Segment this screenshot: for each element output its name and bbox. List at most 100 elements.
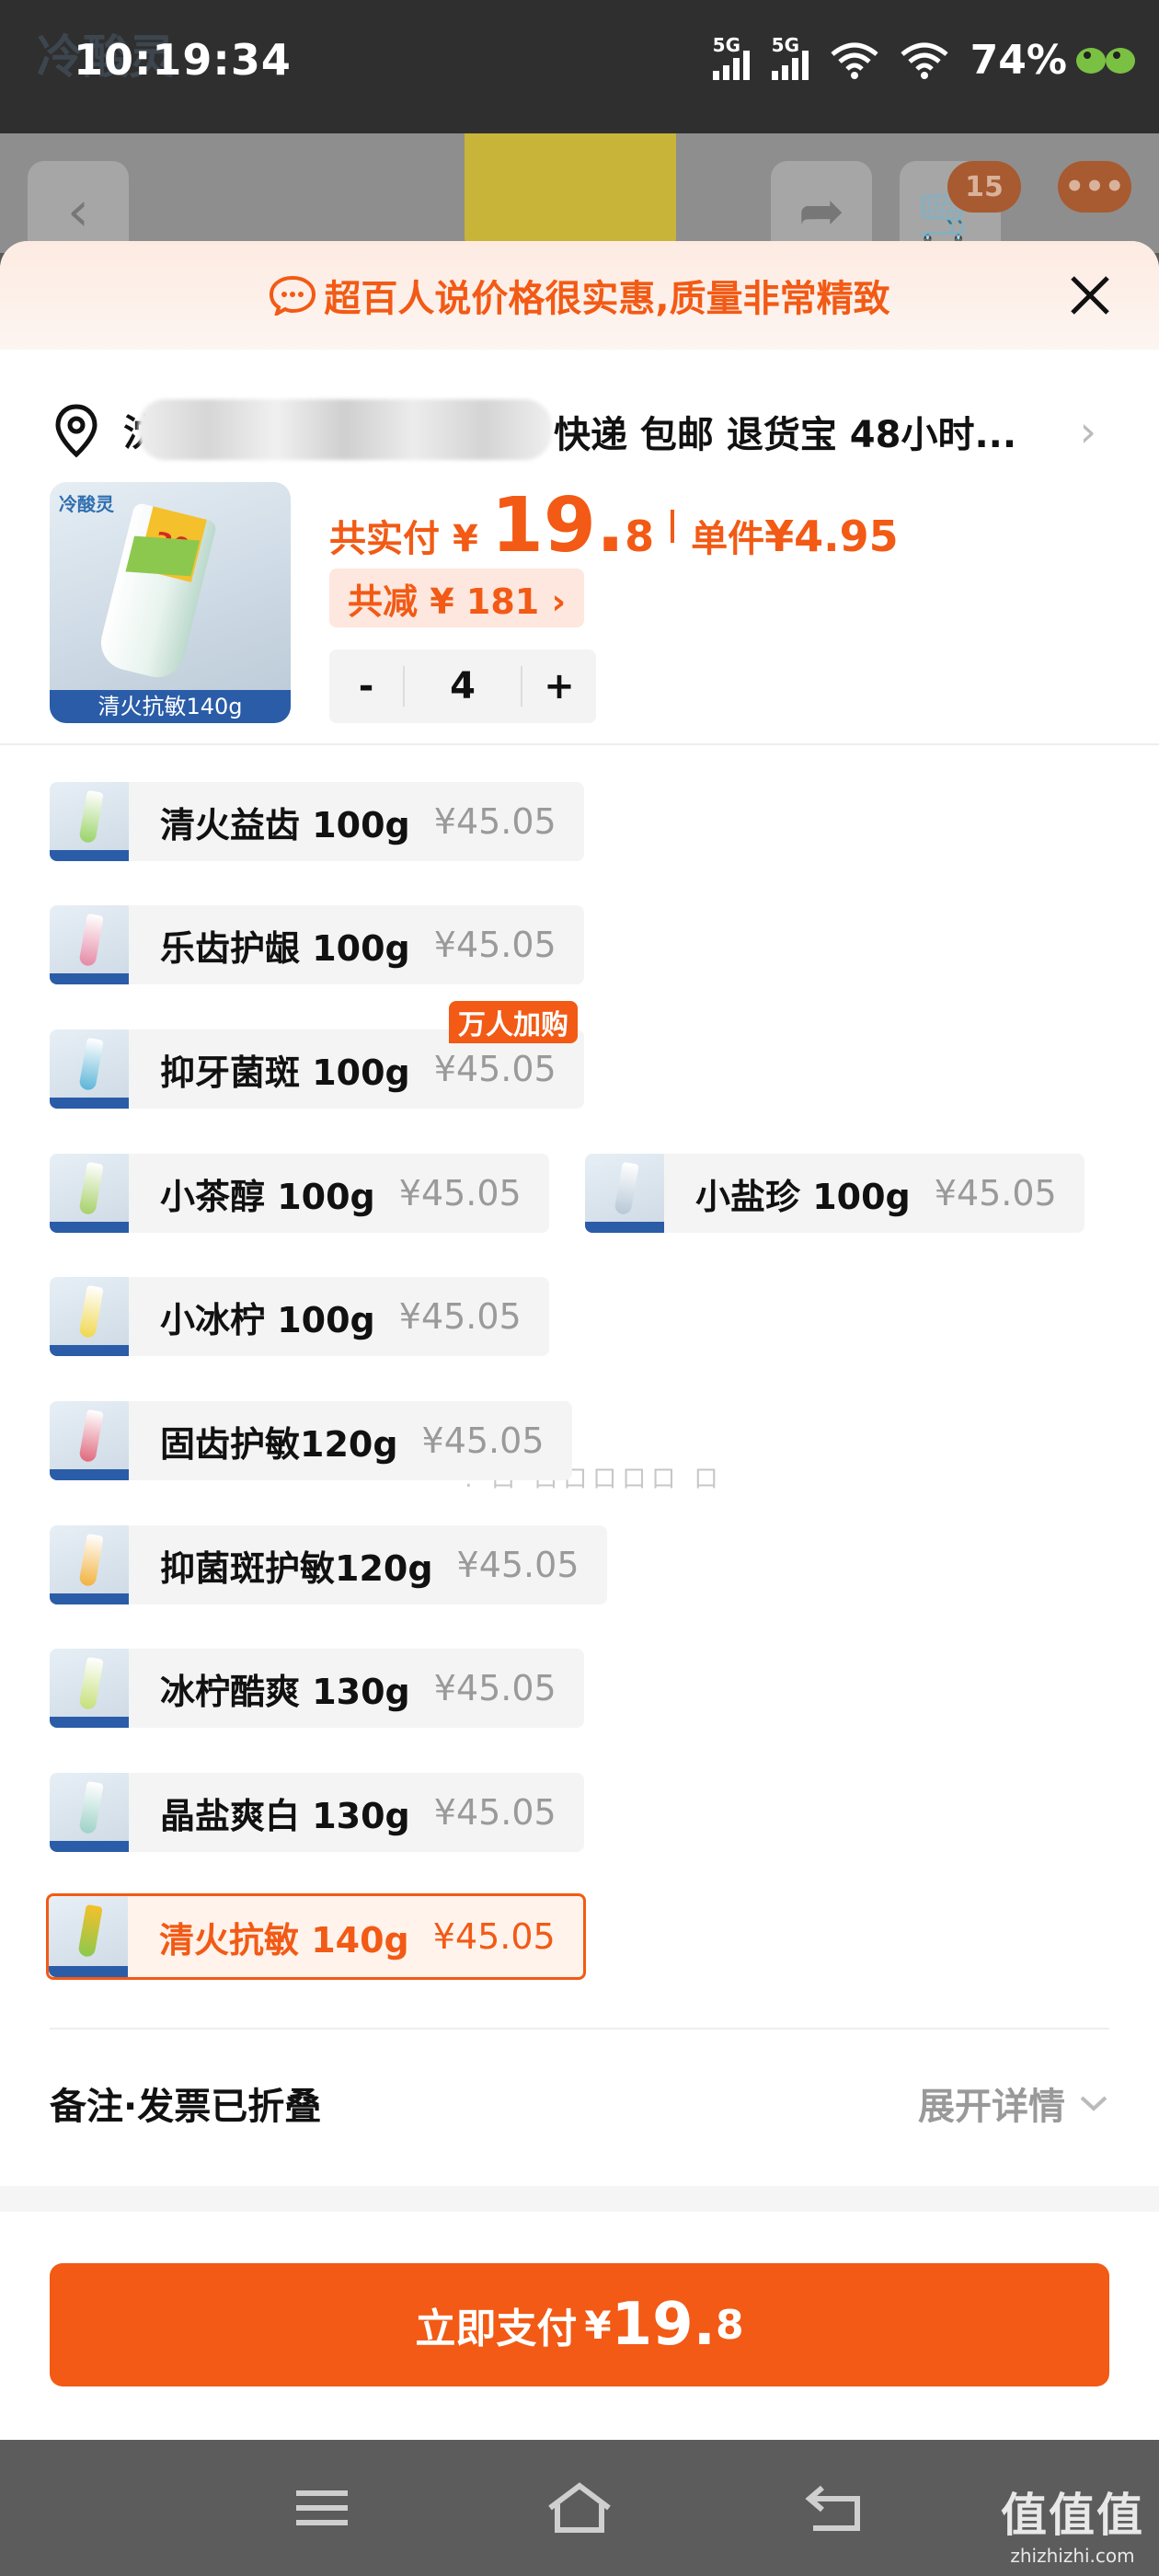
- sku-option-1[interactable]: 清火益齿 100g ¥45.05: [50, 782, 584, 861]
- pay-amount-int: 19.: [611, 2291, 716, 2359]
- pay-amount-dec: 8: [715, 2301, 744, 2349]
- background-page: ‹ ➦ 🛒 15 •••: [0, 133, 1159, 262]
- option-thumbnail: [50, 1154, 129, 1233]
- watermark: 值值值 zhizhizhi.com: [1001, 2478, 1144, 2567]
- watermark-url: zhizhizhi.com: [1010, 2545, 1135, 2567]
- sku-option-6[interactable]: 小冰柠 100g ¥45.05: [50, 1277, 549, 1356]
- expand-label: 展开详情: [918, 2086, 1065, 2128]
- wifi-icon-2: [901, 42, 948, 79]
- notes-label: 备注·发票已折叠: [50, 2086, 322, 2128]
- divider: [50, 2028, 1109, 2030]
- pay-label: 立即支付: [415, 2306, 578, 2352]
- sku-option-10[interactable]: 晶盐爽白 130g ¥45.05: [50, 1773, 584, 1852]
- chevron-right-icon: ›: [1079, 407, 1096, 456]
- option-price: ¥45.05: [433, 801, 557, 842]
- option-thumbnail: [50, 1649, 129, 1728]
- sku-option-8[interactable]: 抑菌斑护敏120g ¥45.05: [50, 1525, 607, 1604]
- hot-badge: 万人加购: [449, 1001, 578, 1043]
- sku-option-2[interactable]: 乐齿护龈 100g ¥45.05: [50, 905, 584, 984]
- sku-option-9[interactable]: 冰柠酷爽 130g ¥45.05: [50, 1649, 584, 1728]
- blurred-address: [138, 399, 552, 460]
- product-thumbnail: 冷酸灵 30 清火抗敏140g: [50, 482, 291, 723]
- purchase-sheet: 超百人说价格很实惠,质量非常精致 沈 快递 包邮 退货宝 48小时... › 冷…: [0, 241, 1159, 2440]
- background-product-image: [465, 133, 676, 248]
- total-label: 共实付: [329, 518, 440, 560]
- option-name: 固齿护敏120g: [160, 1423, 398, 1465]
- close-icon[interactable]: [1067, 272, 1113, 318]
- option-price: ¥45.05: [934, 1173, 1057, 1213]
- address-row[interactable]: 沈 快递 包邮 退货宝 48小时... ›: [0, 381, 1159, 478]
- banner-message: 超百人说价格很实惠,质量非常精致: [324, 278, 890, 320]
- location-pin-icon: [55, 404, 98, 458]
- more-icon: •••: [1058, 161, 1131, 213]
- sku-option-7[interactable]: 固齿护敏120g ¥45.05: [50, 1401, 572, 1480]
- quantity-value[interactable]: 4: [403, 666, 522, 707]
- option-thumbnail: [50, 1029, 129, 1109]
- option-name: 清火益齿 100g: [160, 804, 410, 845]
- chat-bubble-icon: [270, 275, 316, 316]
- option-thumbnail: [585, 1154, 664, 1233]
- total-price-dec: 8: [625, 512, 655, 561]
- section-gap: [0, 2186, 1159, 2212]
- option-thumbnail: [50, 1401, 129, 1480]
- pay-now-button[interactable]: 立即支付 ¥ 19. 8: [50, 2263, 1109, 2386]
- option-name: 小冰柠 100g: [160, 1299, 375, 1340]
- option-price: ¥45.05: [433, 1792, 557, 1833]
- home-icon[interactable]: [543, 2480, 616, 2536]
- option-name: 小茶醇 100g: [160, 1176, 375, 1217]
- sku-option-11-selected[interactable]: 清火抗敏 140g ¥45.05: [46, 1893, 586, 1980]
- option-name: 冰柠酷爽 130g: [160, 1671, 410, 1712]
- option-thumbnail: [50, 782, 129, 861]
- option-price: ¥45.05: [398, 1173, 522, 1213]
- unit-label: 单件: [691, 518, 765, 560]
- cell-signal-icon: 5G: [712, 34, 750, 80]
- increase-button[interactable]: +: [522, 665, 596, 707]
- shipping-info: 快递 包邮 退货宝 48小时...: [554, 414, 1017, 456]
- option-thumbnail: [50, 1277, 129, 1356]
- option-price: ¥45.05: [432, 1916, 556, 1957]
- option-thumbnail: [50, 1773, 129, 1852]
- pay-currency: ¥: [584, 2302, 612, 2348]
- cart-count-badge: 15: [947, 161, 1021, 213]
- price-line: 共实付 ¥ 19. 8 单件 ¥4.95: [329, 482, 899, 569]
- option-name: 抑牙菌斑 100g: [160, 1052, 410, 1093]
- discount-badge[interactable]: 共减 ¥ 181 ›: [329, 569, 585, 627]
- option-price: ¥45.05: [398, 1296, 522, 1337]
- status-icons: 5G 5G 74%: [712, 34, 1067, 84]
- total-price-int: 19.: [490, 482, 625, 569]
- decrease-button[interactable]: -: [329, 665, 403, 707]
- clock: 10:19:34: [74, 35, 292, 85]
- expand-details[interactable]: 展开详情: [918, 2076, 1109, 2130]
- option-price: ¥45.05: [456, 1545, 580, 1585]
- frog-icon: [1076, 48, 1135, 74]
- option-price: ¥45.05: [433, 1668, 557, 1708]
- option-name: 乐齿护龈 100g: [160, 927, 410, 969]
- system-nav-bar: 值值值 zhizhizhi.com: [0, 2440, 1159, 2576]
- watermark-logo: 值值值: [1001, 2489, 1144, 2542]
- menu-icon[interactable]: [285, 2480, 359, 2536]
- divider: [0, 743, 1159, 745]
- back-nav-icon[interactable]: [800, 2480, 874, 2536]
- option-name: 晶盐爽白 130g: [160, 1795, 410, 1836]
- thumb-label: 清火抗敏140g: [50, 690, 291, 723]
- option-name: 清火抗敏 140g: [159, 1919, 409, 1961]
- battery-level: 74%: [970, 37, 1067, 84]
- status-bar: 冷酸灵 10:19:34 5G 5G 74%: [0, 0, 1159, 133]
- option-name: 小盐珍 100g: [695, 1176, 911, 1217]
- toothpaste-image: 30: [95, 501, 218, 684]
- cell-signal-icon-2: 5G: [771, 34, 809, 80]
- option-name: 抑菌斑护敏120g: [160, 1547, 433, 1589]
- chevron-down-icon: [1080, 2096, 1107, 2111]
- notes-row[interactable]: 备注·发票已折叠 展开详情: [50, 2066, 1109, 2140]
- total-currency: ¥: [453, 518, 478, 560]
- sku-option-4[interactable]: 小茶醇 100g ¥45.05: [50, 1154, 549, 1233]
- option-thumbnail: [49, 1896, 128, 1977]
- option-thumbnail: [50, 905, 129, 984]
- option-price: ¥45.05: [433, 1049, 557, 1089]
- option-price: ¥45.05: [433, 925, 557, 965]
- sku-option-5[interactable]: 小盐珍 100g ¥45.05: [585, 1154, 1084, 1233]
- thumb-brand: 冷酸灵: [59, 493, 114, 515]
- review-banner: 超百人说价格很实惠,质量非常精致: [0, 241, 1159, 350]
- unit-price: ¥4.95: [764, 512, 899, 561]
- option-price: ¥45.05: [421, 1420, 545, 1461]
